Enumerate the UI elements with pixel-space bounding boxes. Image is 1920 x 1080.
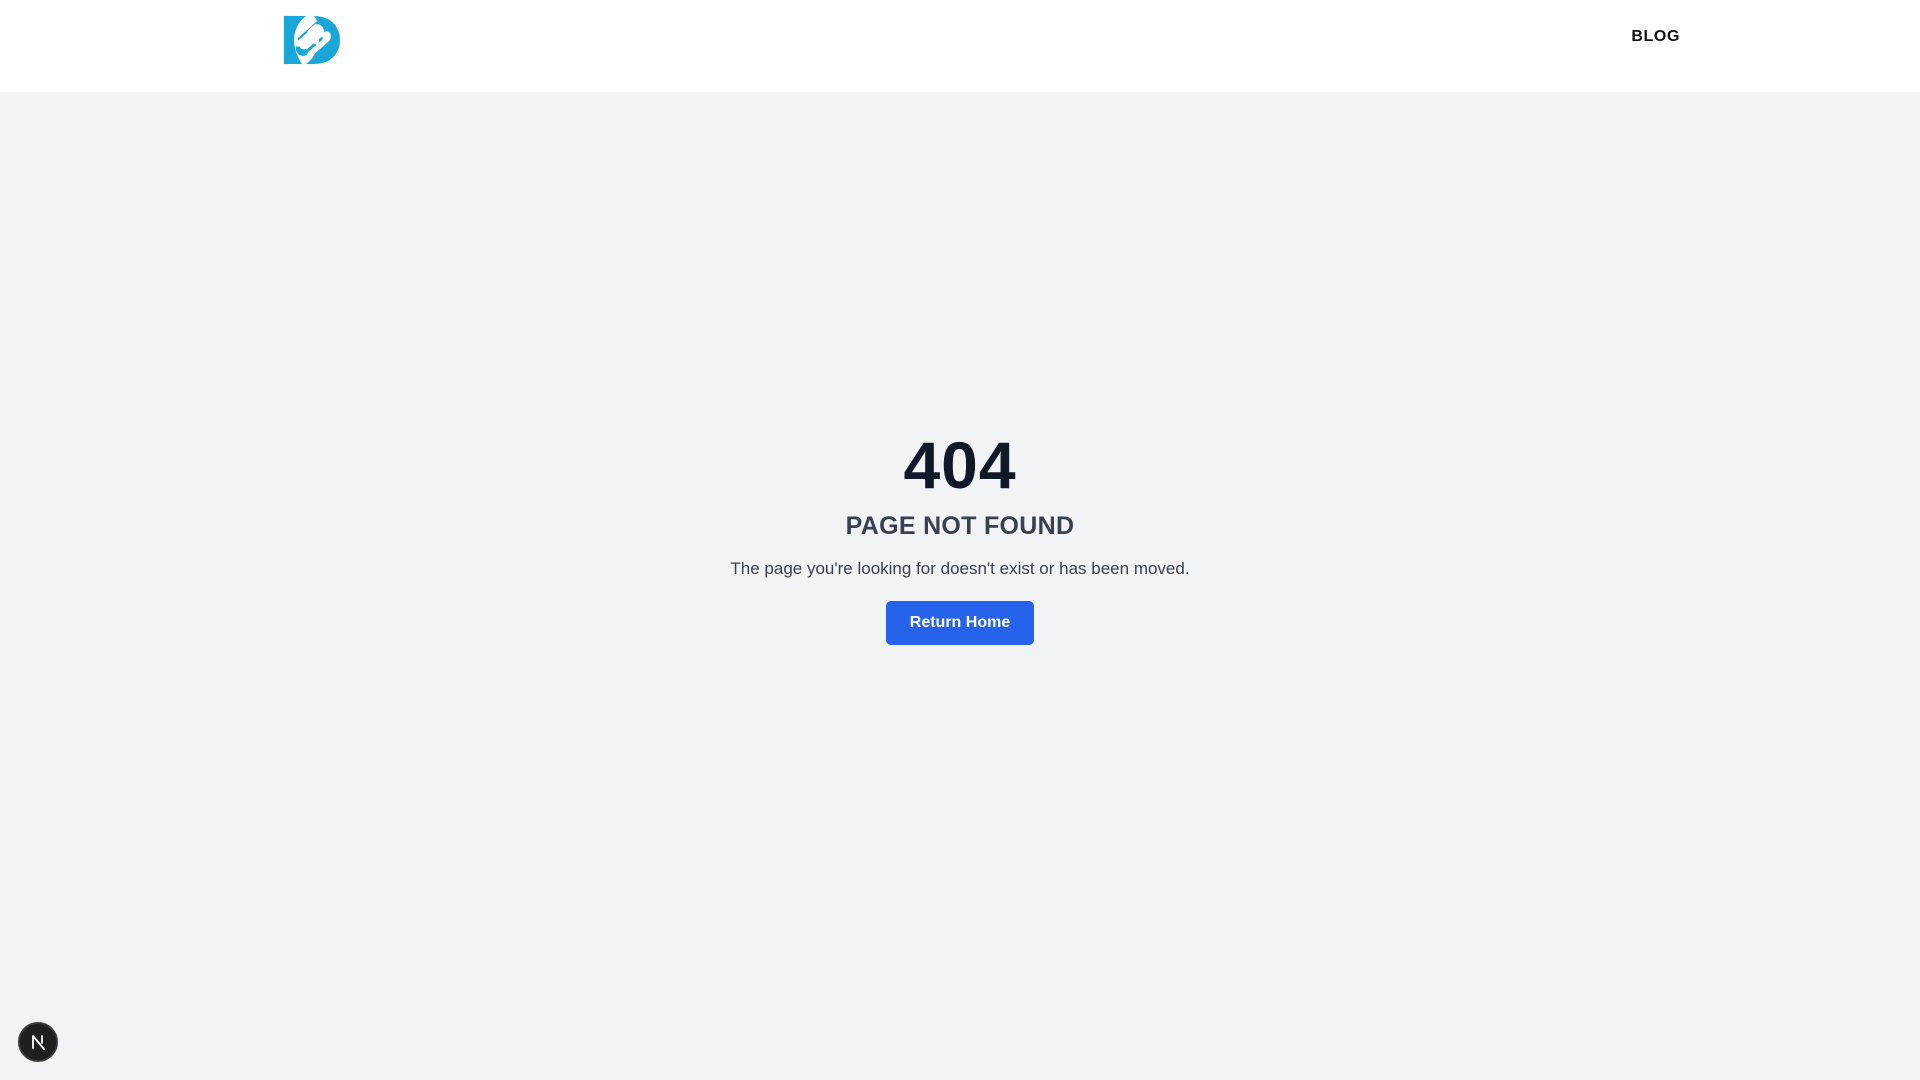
nav-link-blog[interactable]: BLOG: [1631, 28, 1680, 46]
error-code: 404: [903, 428, 1017, 502]
error-section: 404 PAGE NOT FOUND The page you're looki…: [0, 432, 1920, 645]
site-header: BLOG: [0, 0, 1920, 92]
brand-logo-icon[interactable]: [284, 16, 340, 64]
nextjs-icon: [32, 1035, 45, 1050]
return-home-button[interactable]: Return Home: [885, 601, 1035, 645]
error-description: The page you're looking for doesn't exis…: [730, 559, 1190, 578]
error-title: PAGE NOT FOUND: [845, 512, 1075, 540]
nextjs-dev-badge[interactable]: [18, 1022, 58, 1062]
logo-icon: [284, 16, 340, 64]
